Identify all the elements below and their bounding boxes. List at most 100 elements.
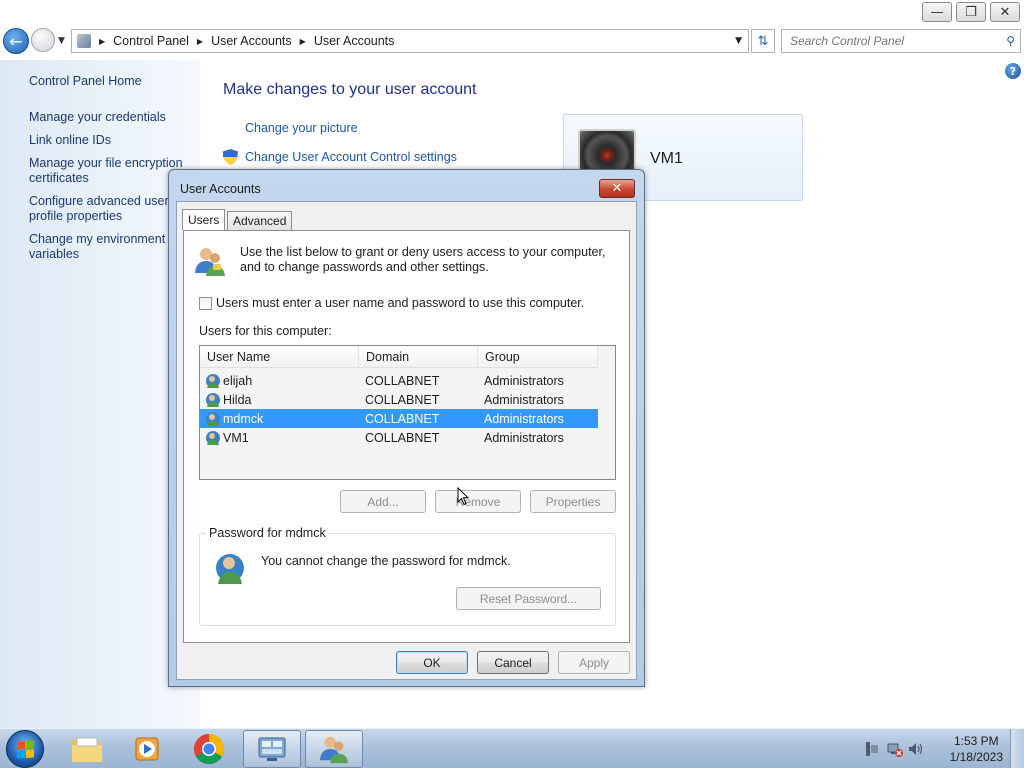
dialog-close-button[interactable]: ✕: [599, 179, 635, 198]
recent-pages-dropdown[interactable]: ▼: [58, 36, 65, 46]
cell-group: Administrators: [484, 430, 564, 445]
page-title: Make changes to your user account: [223, 81, 477, 98]
start-button[interactable]: [6, 730, 44, 768]
taskbar: 1:53 PM 1/18/2023: [0, 728, 1024, 768]
account-name: VM1: [650, 150, 683, 167]
users-icon: [195, 248, 225, 276]
mouse-cursor-icon: [457, 487, 469, 506]
chevron-right-icon[interactable]: ▶: [300, 37, 306, 46]
tab-users[interactable]: Users: [182, 209, 226, 230]
breadcrumb: ▶ Control Panel ▶ User Accounts ▶ User A…: [91, 34, 394, 48]
forward-button[interactable]: [31, 28, 55, 52]
remove-user-button[interactable]: Remove: [435, 490, 521, 513]
users-list[interactable]: User Name Domain Group elijah COLLABNET …: [199, 345, 616, 480]
cell-group: Administrators: [484, 373, 564, 388]
change-picture-link[interactable]: Change your picture: [245, 121, 358, 135]
clock-date: 1/18/2023: [949, 750, 1003, 764]
column-header-group[interactable]: Group: [478, 346, 598, 368]
tab-advanced[interactable]: Advanced: [227, 211, 293, 230]
apply-button[interactable]: Apply: [558, 651, 630, 674]
taskbar-user-accounts[interactable]: [305, 730, 363, 768]
sidebar-item-control-panel-home[interactable]: Control Panel Home: [29, 74, 194, 89]
address-bar[interactable]: ▶ Control Panel ▶ User Accounts ▶ User A…: [71, 29, 749, 53]
cell-group: Administrators: [484, 392, 564, 407]
search-input[interactable]: [782, 30, 992, 52]
clock-time: 1:53 PM: [953, 734, 999, 748]
help-icon[interactable]: ?: [1005, 63, 1021, 79]
properties-button[interactable]: Properties: [530, 490, 616, 513]
folder-icon: [72, 737, 102, 762]
network-disconnected-icon[interactable]: [887, 741, 903, 757]
volume-icon[interactable]: [908, 741, 924, 757]
restore-button[interactable]: ❐: [956, 2, 986, 22]
cell-user-name: VM1: [223, 430, 249, 445]
breadcrumb-control-panel[interactable]: Control Panel: [113, 34, 189, 48]
close-window-button[interactable]: ✕: [990, 2, 1020, 22]
users-list-label: Users for this computer:: [199, 324, 332, 338]
require-login-checkbox[interactable]: [199, 297, 212, 310]
arrow-left-icon: ←: [9, 31, 23, 51]
add-user-button[interactable]: Add...: [340, 490, 426, 513]
chevron-right-icon[interactable]: ▶: [99, 37, 105, 46]
cell-domain: COLLABNET: [365, 373, 440, 388]
users-icon: [319, 736, 349, 764]
cell-domain: COLLABNET: [365, 411, 440, 426]
window-caption-buttons: — ❐ ✕: [922, 2, 1020, 22]
cancel-button[interactable]: Cancel: [477, 651, 549, 674]
reset-password-button[interactable]: Reset Password...: [456, 587, 601, 610]
media-player-icon: [135, 737, 159, 761]
breadcrumb-user-accounts-current[interactable]: User Accounts: [314, 34, 395, 48]
taskbar-chrome[interactable]: [180, 730, 238, 768]
intro-text: Use the list below to grant or deny user…: [240, 245, 606, 274]
sidebar-item-manage-credentials[interactable]: Manage your credentials: [29, 110, 194, 125]
back-button[interactable]: ←: [3, 28, 29, 54]
cell-user-name: Hilda: [223, 392, 252, 407]
control-panel-icon: [77, 34, 91, 48]
notification-area: 1:53 PM 1/18/2023: [854, 729, 1024, 768]
control-panel-icon: [258, 737, 286, 761]
action-center-icon[interactable]: [864, 741, 880, 757]
user-password-icon: [216, 554, 244, 584]
sidebar-item-link-online-ids[interactable]: Link online IDs: [29, 133, 194, 148]
search-box[interactable]: ⚲: [781, 29, 1021, 53]
refresh-button[interactable]: ⇅: [751, 29, 775, 53]
cell-group: Administrators: [484, 411, 564, 426]
column-header-domain[interactable]: Domain: [359, 346, 478, 368]
table-row[interactable]: VM1 COLLABNET Administrators: [200, 428, 598, 447]
taskbar-explorer[interactable]: [58, 730, 116, 768]
table-row[interactable]: elijah COLLABNET Administrators: [200, 371, 598, 390]
users-tab-page: Use the list below to grant or deny user…: [183, 230, 630, 643]
user-icon: [206, 374, 220, 388]
dialog-body: Users Advanced Use the list below to gra…: [176, 201, 637, 680]
chevron-down-icon[interactable]: ▼: [735, 36, 742, 46]
refresh-icon: ⇅: [757, 33, 769, 49]
cell-domain: COLLABNET: [365, 392, 440, 407]
list-header: User Name Domain Group: [200, 346, 598, 368]
require-login-label[interactable]: Users must enter a user name and passwor…: [216, 296, 584, 311]
ok-button[interactable]: OK: [396, 651, 468, 674]
system-clock[interactable]: 1:53 PM 1/18/2023: [950, 733, 1003, 765]
change-uac-settings-link[interactable]: Change User Account Control settings: [245, 150, 457, 164]
show-desktop-button[interactable]: [1010, 729, 1024, 768]
taskbar-media-player[interactable]: [119, 730, 177, 768]
minimize-button[interactable]: —: [922, 2, 952, 22]
uac-shield-icon: [223, 149, 238, 165]
table-row[interactable]: Hilda COLLABNET Administrators: [200, 390, 598, 409]
chrome-icon: [193, 734, 225, 765]
column-header-user-name[interactable]: User Name: [200, 346, 359, 368]
windows-logo-icon: [17, 740, 34, 759]
cell-user-name: mdmck: [223, 411, 264, 426]
user-icon: [206, 393, 220, 407]
breadcrumb-user-accounts[interactable]: User Accounts: [211, 34, 292, 48]
cell-domain: COLLABNET: [365, 430, 440, 445]
taskbar-control-panel[interactable]: [243, 730, 301, 768]
cell-user-name: elijah: [223, 373, 253, 388]
user-icon: [206, 431, 220, 445]
password-message: You cannot change the password for mdmck…: [261, 554, 511, 568]
navigation-bar: ← ▼ ▶ Control Panel ▶ User Accounts ▶ Us…: [0, 26, 1024, 56]
table-row-selected[interactable]: mdmck COLLABNET Administrators: [200, 409, 598, 428]
password-group-label: Password for mdmck: [206, 526, 329, 540]
user-accounts-dialog: User Accounts ✕ Users Advanced Use the l…: [168, 169, 645, 687]
search-icon[interactable]: ⚲: [1006, 34, 1015, 48]
chevron-right-icon[interactable]: ▶: [197, 37, 203, 46]
